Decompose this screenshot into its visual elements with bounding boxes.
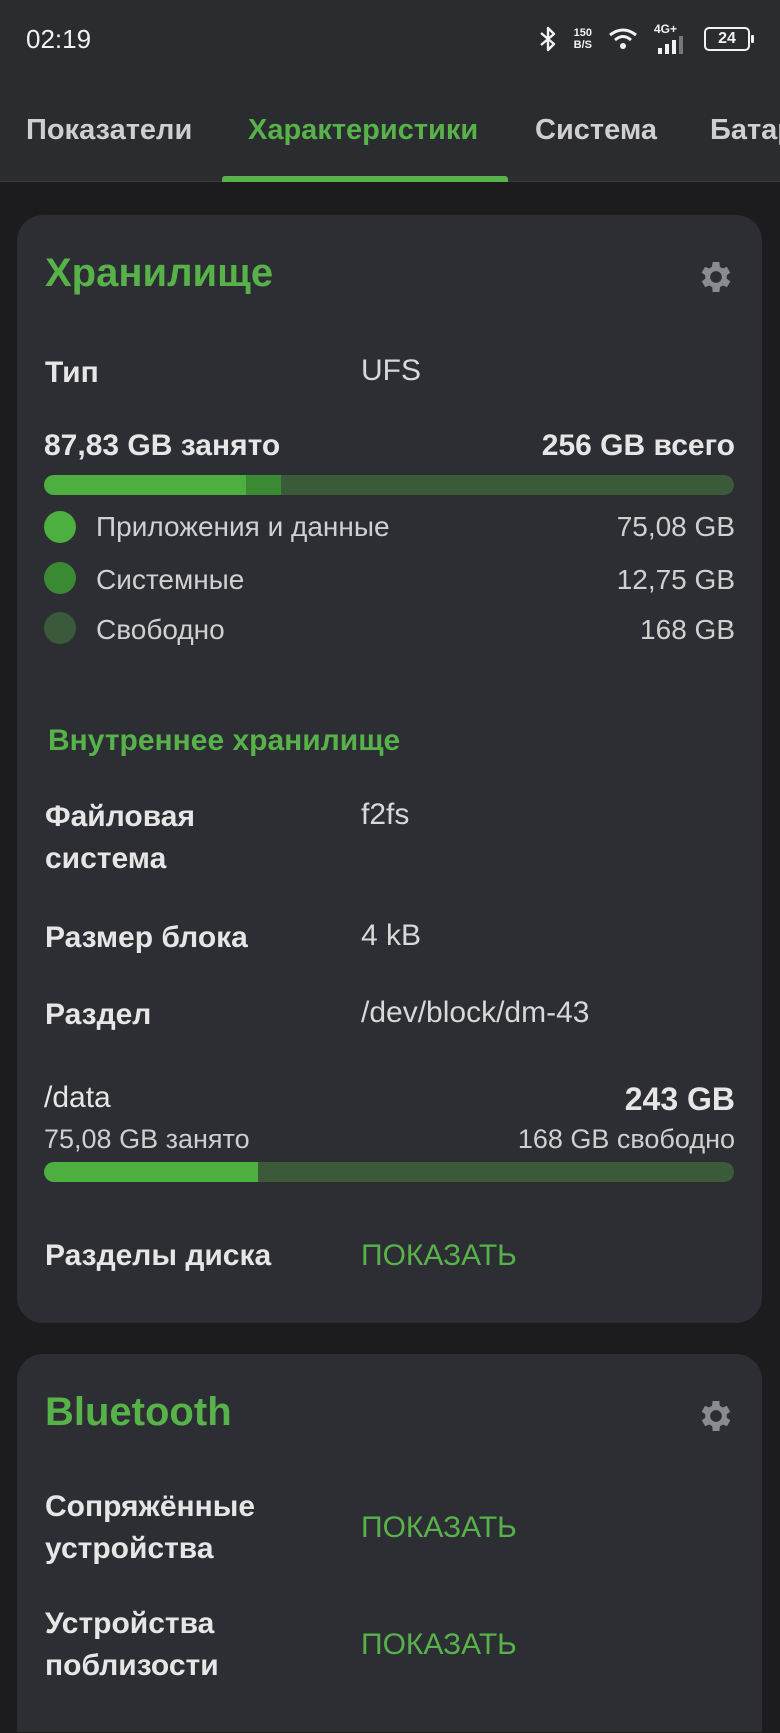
storage-used-text: 87,83 GB занято [44,429,281,462]
partition-value: /dev/block/dm-43 [361,996,590,1029]
signal-icon [658,36,683,54]
network-speed: 150 B/S [574,27,592,51]
app-top-bar: 02:19 150 B/S 4G+ 24 Показатели Характер… [0,0,780,182]
legend-label-free: Свободно [96,614,225,645]
usage-segment-apps [44,475,246,495]
tab-indicators[interactable]: Показатели [26,92,192,182]
storage-card: Хранилище Тип UFS 87,83 GB занято 256 GB… [17,215,762,1323]
tab-bar: Показатели Характеристики Система Батаре… [0,92,780,182]
wifi-icon [609,28,637,49]
mount-path: /data [44,1081,111,1114]
filesystem-value: f2fs [361,798,410,831]
status-time: 02:19 [26,24,92,54]
mount-usage-bar [44,1162,734,1182]
internal-storage-heading: Внутреннее хранилище [48,724,401,757]
legend-value-apps: 75,08 GB [616,511,735,542]
battery-indicator: 24 [704,27,754,51]
battery-level: 24 [718,30,736,47]
bluetooth-icon [539,26,555,52]
mount-free: 168 GB свободно [517,1124,735,1154]
network-speed-unit: B/S [573,39,592,51]
bluetooth-card-title: Bluetooth [45,1390,232,1434]
storage-type-value: UFS [361,354,421,387]
disk-partitions-label: Разделы диска [45,1239,272,1272]
block-size-label: Размер блока [45,921,248,954]
storage-total-text: 256 GB всего [541,429,735,462]
legend-dot-apps [44,511,76,543]
disk-partitions-show-button[interactable]: ПОКАЗАТЬ [361,1235,517,1277]
network-speed-value: 150 [573,27,592,39]
legend-label-system: Системные [96,564,245,595]
paired-devices-label: Сопряжённые устройства [45,1490,256,1565]
storage-type-label: Тип [45,356,99,389]
nearby-devices-show-button[interactable]: ПОКАЗАТЬ [361,1624,517,1666]
tab-battery[interactable]: Батарея [710,92,780,182]
active-tab-indicator [222,176,508,182]
gear-icon[interactable] [696,1396,736,1436]
cellular-signal: 4G+ [654,22,688,54]
legend-label-apps: Приложения и данные [96,511,390,542]
block-size-value: 4 kB [361,919,422,952]
mount-usage-segment [44,1162,258,1182]
mount-used: 75,08 GB занято [44,1124,250,1154]
partition-label: Раздел [45,998,152,1031]
bluetooth-card: Bluetooth Сопряжённые устройства ПОКАЗАТ… [17,1354,762,1732]
usage-segment-system [246,475,281,495]
nearby-devices-label: Устройства поблизости [45,1607,219,1682]
status-bar: 02:19 150 B/S 4G+ 24 [0,0,780,80]
network-type: 4G+ [654,22,678,36]
tab-system[interactable]: Система [535,92,657,182]
status-icons: 150 B/S 4G+ 24 [538,22,754,56]
legend-value-system: 12,75 GB [616,564,735,595]
legend-dot-system [44,562,76,594]
paired-devices-show-button[interactable]: ПОКАЗАТЬ [361,1507,517,1549]
gear-icon[interactable] [696,257,736,297]
legend-value-free: 168 GB [640,614,735,645]
tab-specifications[interactable]: Характеристики [248,92,478,182]
storage-card-title: Хранилище [45,251,274,295]
mount-size: 243 GB [624,1081,735,1117]
filesystem-label: Файловая система [45,800,195,875]
storage-usage-bar [44,475,734,495]
legend-dot-free [44,612,76,644]
